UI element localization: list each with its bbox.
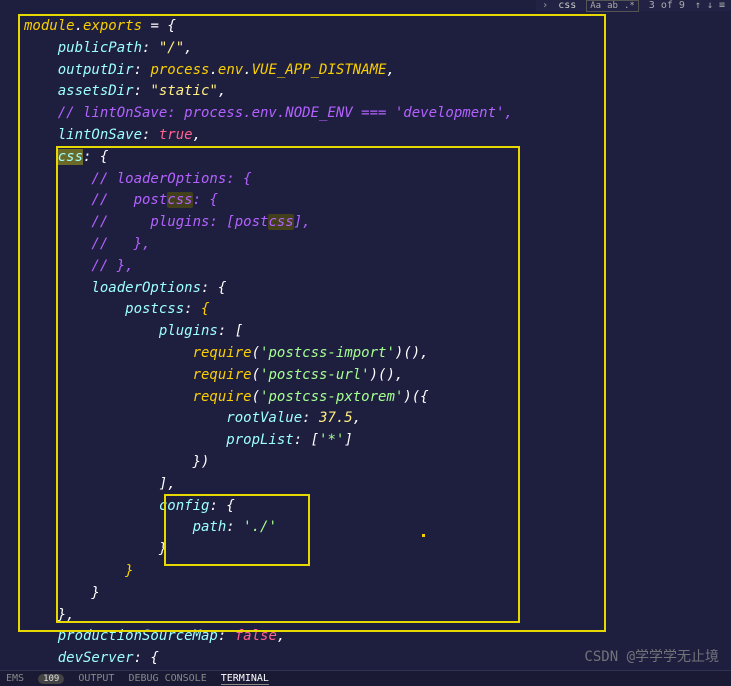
code-line: require('postcss-import')(), [24,343,731,365]
search-result-count: 3 of 9 [649,0,685,11]
code-line: module.exports = { [24,16,731,38]
code-line: config: { [24,496,731,518]
code-line: css: { [24,147,731,169]
watermark: CSDN @学学学无止境 [584,646,719,666]
code-line: loaderOptions: { [24,278,731,300]
code-line: // plugins: [postcss], [24,212,731,234]
tab-output[interactable]: OUTPUT [78,673,114,684]
code-line: } [24,561,731,583]
search-bar: › css Aa ab .* 3 of 9 ↑ ↓ ≡ [536,0,731,11]
code-line: lintOnSave: true, [24,125,731,147]
code-line: postcss: { [24,299,731,321]
code-line: // }, [24,234,731,256]
search-match: css [58,149,83,165]
search-input[interactable]: css [558,0,576,11]
code-line: } [24,539,731,561]
search-expand-icon[interactable]: › [542,0,548,11]
code-line: productionSourceMap: false, [24,626,731,648]
problems-count-badge: 109 [38,674,64,684]
search-next-icon[interactable]: ↓ [707,0,713,11]
code-line: ], [24,474,731,496]
search-nav: ↑ ↓ ≡ [695,0,725,11]
code-line: } [24,583,731,605]
code-line: require('postcss-url')(), [24,365,731,387]
tab-terminal[interactable]: TERMINAL [221,673,269,685]
regex-toggle[interactable]: .* [624,1,635,11]
code-line: require('postcss-pxtorem')({ [24,387,731,409]
search-match: css [167,192,192,208]
code-line: // lintOnSave: process.env.NODE_ENV === … [24,103,731,125]
search-menu-icon[interactable]: ≡ [719,0,725,11]
code-line: assetsDir: "static", [24,81,731,103]
code-line: propList: ['*'] [24,430,731,452]
code-line: rootValue: 37.5, [24,408,731,430]
search-match: css [268,214,293,230]
cursor-indicator [422,534,425,537]
code-line: // postcss: { [24,190,731,212]
code-line: // loaderOptions: { [24,169,731,191]
bottom-panel: EMS 109 OUTPUT DEBUG CONSOLE TERMINAL [0,670,731,686]
code-line: plugins: [ [24,321,731,343]
tab-problems[interactable]: EMS [6,673,24,684]
search-options: Aa ab .* [586,0,639,12]
code-line: path: './' [24,517,731,539]
whole-word-toggle[interactable]: ab [607,1,618,11]
code-editor[interactable]: module.exports = { publicPath: "/", outp… [0,12,731,670]
match-case-toggle[interactable]: Aa [590,1,601,11]
code-line: outputDir: process.env.VUE_APP_DISTNAME, [24,60,731,82]
tab-debug-console[interactable]: DEBUG CONSOLE [128,673,206,684]
code-line: publicPath: "/", [24,38,731,60]
code-line: // }, [24,256,731,278]
code-line: }) [24,452,731,474]
search-prev-icon[interactable]: ↑ [695,0,701,11]
code-line: }, [24,605,731,627]
